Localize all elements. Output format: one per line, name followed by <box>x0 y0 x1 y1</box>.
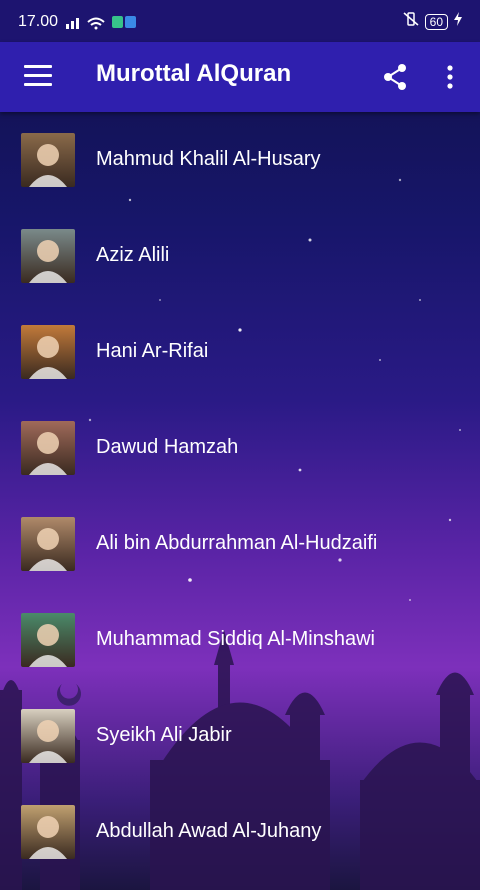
charging-icon <box>454 12 462 31</box>
status-bar: 17.00 60 <box>0 0 480 42</box>
app-title: Murottal AlQuran <box>96 60 292 87</box>
vibrate-icon <box>403 12 419 31</box>
reciter-name: Abdullah Awad Al-Juhany <box>96 820 322 842</box>
menu-icon <box>24 65 52 68</box>
reciter-list-item[interactable]: Muhammad Siddiq Al-Minshawi <box>0 592 480 688</box>
reciter-avatar <box>21 325 75 379</box>
reciter-name: Hani Ar-Rifai <box>96 340 209 362</box>
reciter-list-item[interactable]: Hani Ar-Rifai <box>0 304 480 400</box>
reciter-avatar <box>21 805 75 859</box>
reciter-name: Mahmud Khalil Al-Husary <box>96 148 321 170</box>
reciter-avatar <box>21 133 75 187</box>
share-icon <box>384 64 406 90</box>
more-options-button[interactable] <box>440 62 460 92</box>
reciter-avatar <box>21 229 75 283</box>
reciter-avatar <box>21 421 75 475</box>
reciter-list-item[interactable]: Aziz Alili <box>0 208 480 304</box>
app-bar: Murottal AlQuran <box>0 42 480 112</box>
reciter-avatar <box>21 709 75 763</box>
reciter-avatar <box>21 517 75 571</box>
share-button[interactable] <box>380 62 410 92</box>
reciter-list-item[interactable]: Ali bin Abdurrahman Al-Hudzaifi <box>0 496 480 592</box>
menu-button[interactable] <box>24 65 52 89</box>
status-right: 60 <box>403 12 462 31</box>
reciter-list-item[interactable]: Mahmud Khalil Al-Husary <box>0 112 480 208</box>
status-time: 17.00 <box>18 13 59 30</box>
reciter-list-item[interactable]: Abdullah Awad Al-Juhany <box>0 784 480 880</box>
reciter-list-item[interactable]: Dawud Hamzah <box>0 400 480 496</box>
reciter-name: Ali bin Abdurrahman Al-Hudzaifi <box>96 532 378 554</box>
reciter-name: Muhammad Siddiq Al-Minshawi <box>96 628 376 650</box>
reciter-list: Mahmud Khalil Al-Husary Aziz Alili Hani Ar… <box>0 112 480 880</box>
reciter-name: Aziz Alili <box>96 244 170 266</box>
reciter-avatar <box>21 613 75 667</box>
signal-icon <box>66 14 136 35</box>
battery-indicator: 60 <box>424 13 448 30</box>
reciter-list-item[interactable]: Syeikh Ali Jabir <box>0 688 480 784</box>
reciter-name: Syeikh Ali Jabir <box>96 724 232 746</box>
more-vert-icon <box>447 65 453 89</box>
reciter-name: Dawud Hamzah <box>96 436 239 458</box>
